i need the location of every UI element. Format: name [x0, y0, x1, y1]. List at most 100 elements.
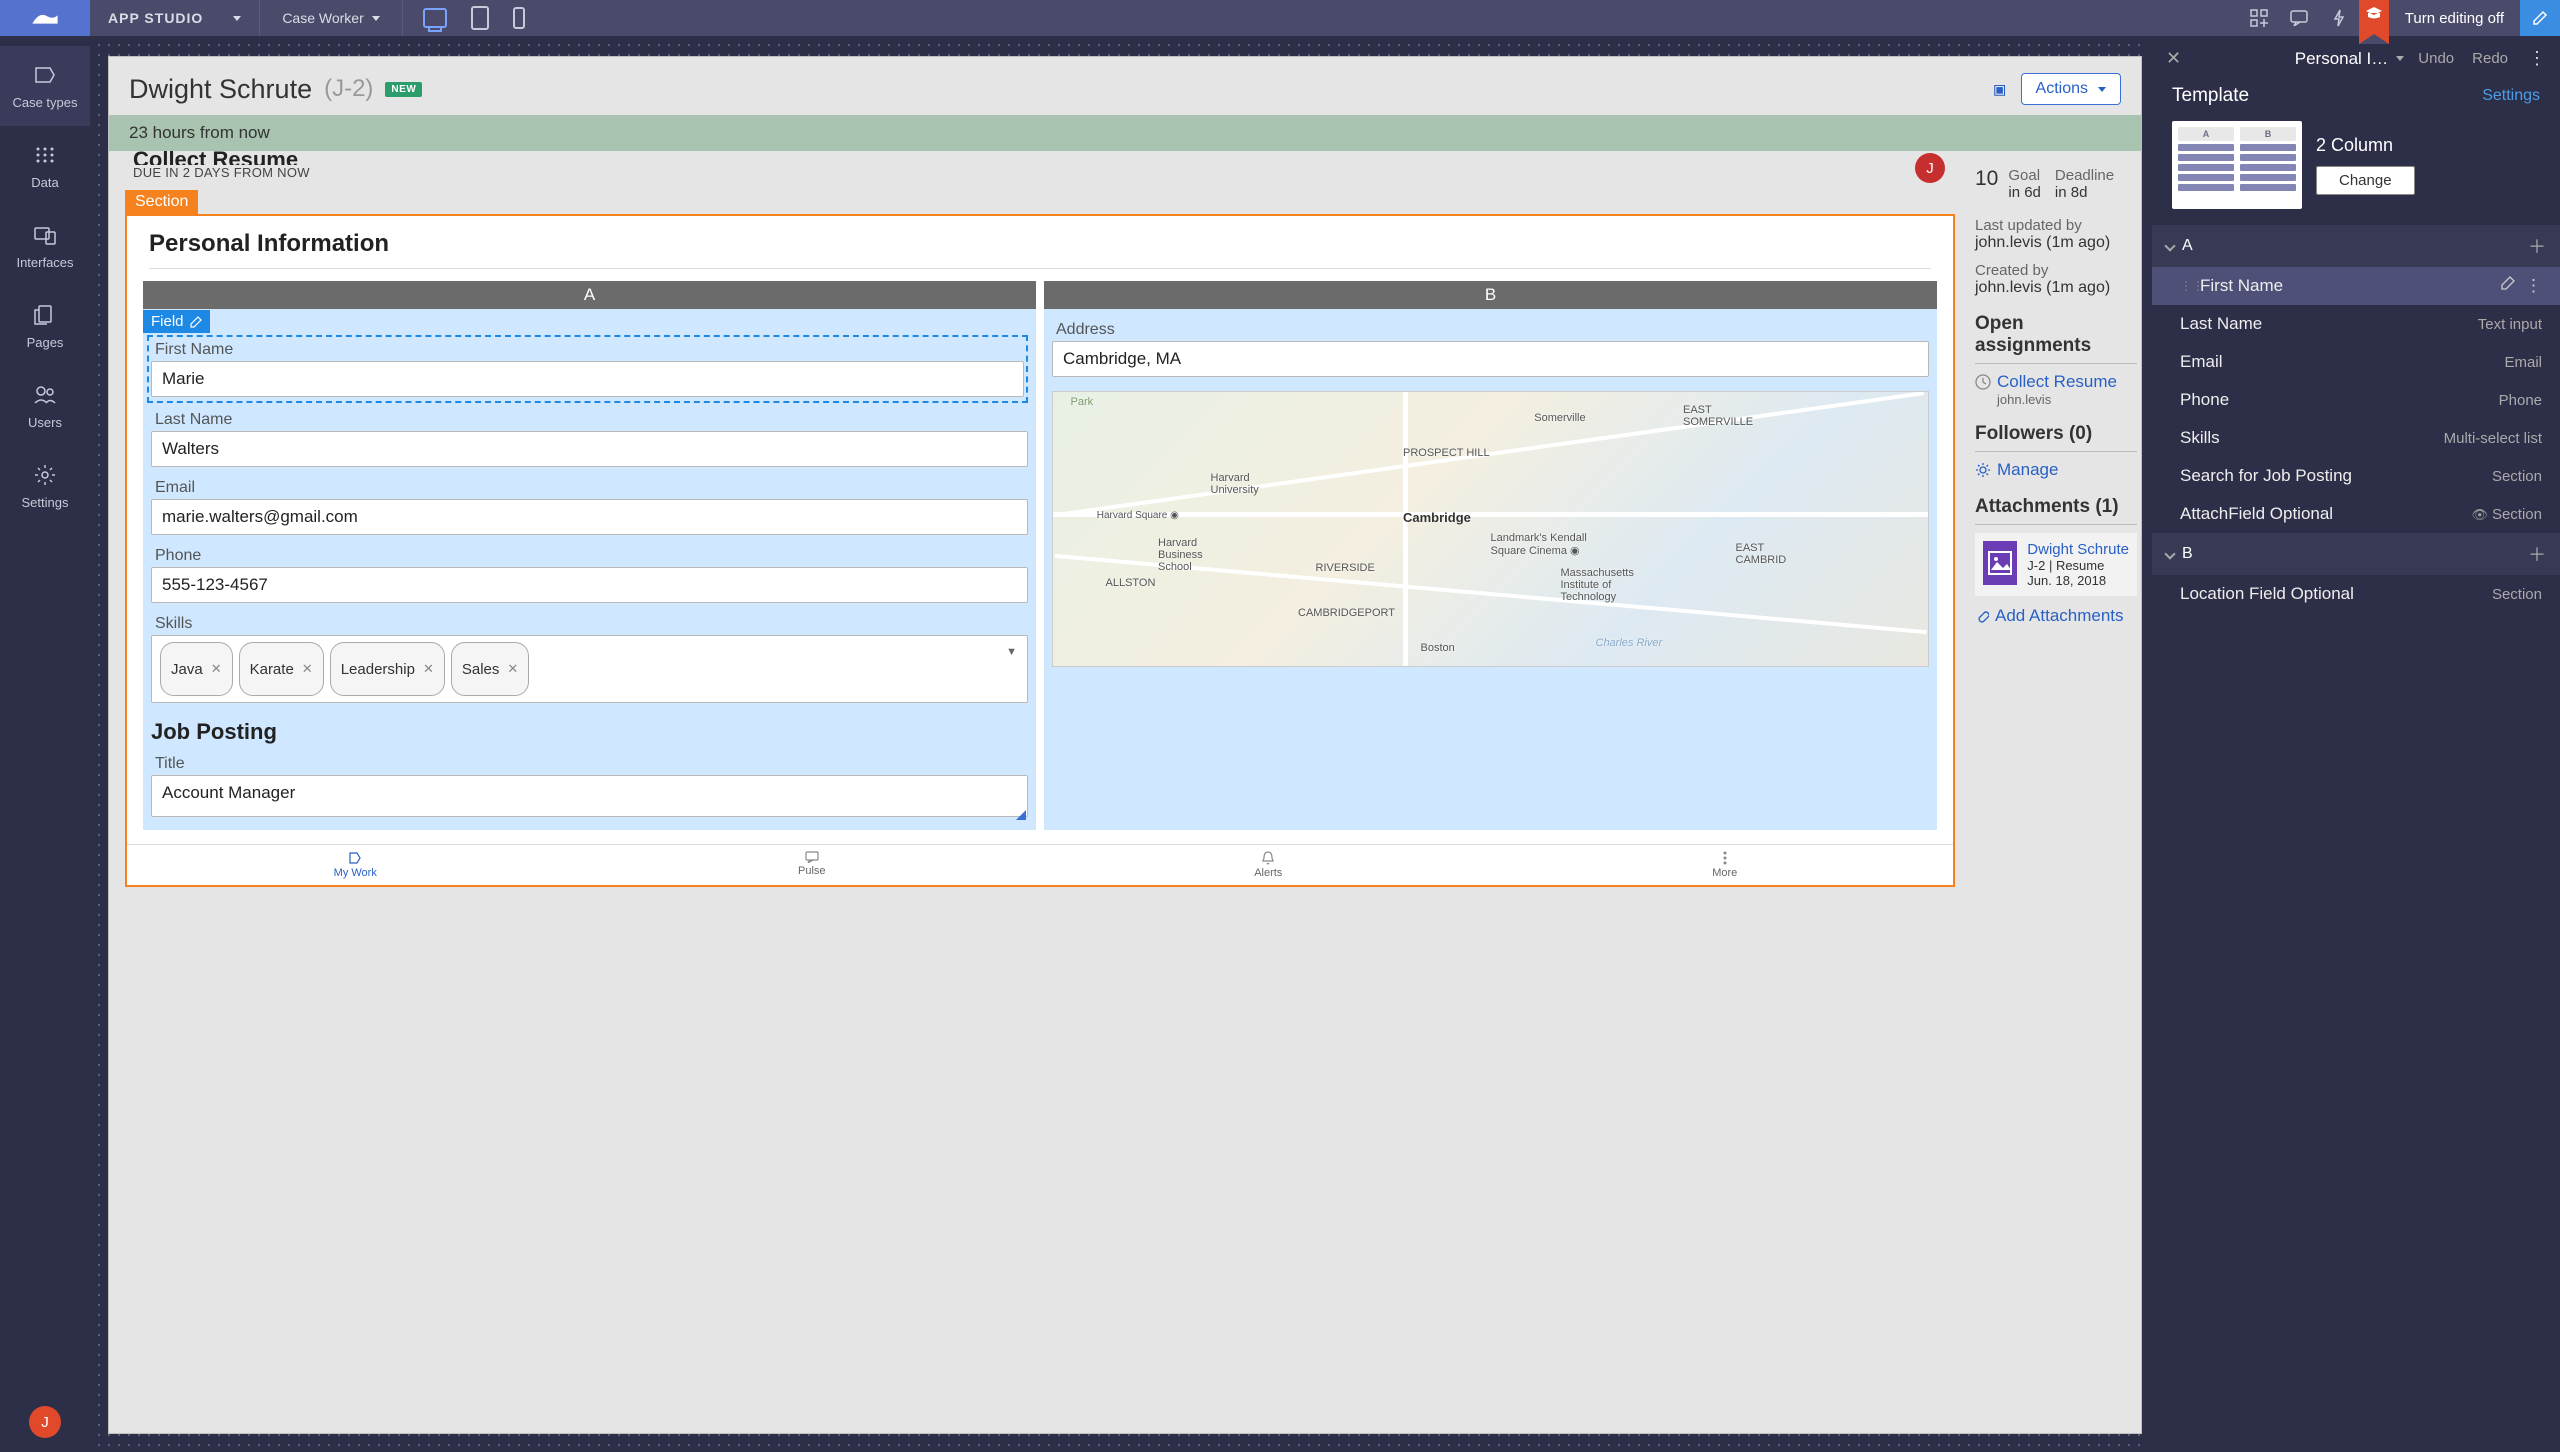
- edit-pencil-button[interactable]: [2520, 0, 2560, 36]
- edit-icon[interactable]: [2501, 276, 2515, 290]
- user-avatar[interactable]: J: [29, 1406, 61, 1438]
- change-template-button[interactable]: Change: [2316, 166, 2415, 195]
- goal-label: Goal: [2008, 167, 2041, 184]
- device-desktop-icon[interactable]: [423, 8, 447, 28]
- editing-toggle[interactable]: Turn editing off: [2389, 10, 2520, 27]
- field-row-job-posting[interactable]: Search for Job Posting Section: [2152, 457, 2560, 495]
- phone-label: Phone: [151, 543, 1028, 567]
- first-name-label: First Name: [151, 337, 1024, 361]
- goal-value: in 6d: [2008, 184, 2041, 201]
- attachment-card[interactable]: Dwight Schrute J-2 | Resume Jun. 18, 201…: [1975, 533, 2137, 596]
- field-row-email[interactable]: Email Email: [2152, 343, 2560, 381]
- field-row-phone[interactable]: Phone Phone: [2152, 381, 2560, 419]
- tab-pulse[interactable]: Pulse: [584, 845, 1041, 885]
- skill-chip[interactable]: Leadership✕: [330, 642, 445, 696]
- address-input[interactable]: [1052, 341, 1929, 377]
- field-row-first-name[interactable]: ⋮⋮ First Name ⋮: [2152, 267, 2560, 305]
- first-name-input[interactable]: [151, 361, 1024, 397]
- drag-handle-icon[interactable]: ⋮⋮: [2180, 279, 2194, 293]
- nav-case-types[interactable]: Case types: [0, 46, 90, 126]
- skill-chip[interactable]: Karate✕: [239, 642, 324, 696]
- nav-pages[interactable]: Pages: [0, 286, 90, 366]
- chevron-down-icon[interactable]: [2396, 56, 2404, 61]
- column-a[interactable]: A Field First Name Last: [143, 281, 1036, 830]
- device-tablet-icon[interactable]: [471, 6, 489, 30]
- section-tab[interactable]: Section: [125, 190, 198, 214]
- chevron-down-icon: [2164, 548, 2175, 559]
- tab-alerts[interactable]: Alerts: [1040, 845, 1497, 885]
- chevron-down-icon: [2098, 87, 2106, 92]
- panel-title[interactable]: Personal I…: [2295, 49, 2389, 69]
- app-title[interactable]: APP STUDIO: [90, 10, 259, 26]
- skill-chip[interactable]: Java✕: [160, 642, 233, 696]
- job-posting-heading: Job Posting: [143, 711, 1036, 751]
- skills-multiselect[interactable]: Java✕ Karate✕ Leadership✕ Sales✕ ▼: [151, 635, 1028, 703]
- column-b[interactable]: B Address Cambridg: [1044, 281, 1937, 830]
- academy-bookmark-icon[interactable]: [2359, 0, 2389, 44]
- actions-button[interactable]: Actions: [2021, 73, 2121, 105]
- more-icon[interactable]: ⋮: [2525, 276, 2542, 296]
- field-row-last-name[interactable]: Last Name Text input: [2152, 305, 2560, 343]
- chat-icon[interactable]: [2279, 0, 2319, 36]
- template-thumbnail: A B: [2172, 121, 2302, 209]
- email-input[interactable]: [151, 499, 1028, 535]
- remove-icon[interactable]: ✕: [507, 661, 518, 677]
- resize-handle-icon[interactable]: [1016, 810, 1026, 820]
- visibility-icon: 👁: [2471, 507, 2488, 522]
- location-map[interactable]: Cambridge Somerville HarvardUniversity H…: [1052, 391, 1929, 667]
- lightning-icon[interactable]: [2319, 0, 2359, 36]
- skill-chip[interactable]: Sales✕: [451, 642, 529, 696]
- case-id: (J-2): [324, 75, 373, 103]
- device-phone-icon[interactable]: [513, 7, 525, 29]
- nav-data[interactable]: Data: [0, 126, 90, 206]
- title-textarea[interactable]: [151, 775, 1028, 817]
- pin-icon[interactable]: ◈: [1985, 75, 2014, 104]
- assignee-avatar[interactable]: J: [1915, 153, 1945, 183]
- nav-interfaces[interactable]: Interfaces: [0, 206, 90, 286]
- last-name-input[interactable]: [151, 431, 1028, 467]
- title-label: Title: [151, 751, 1028, 775]
- app-logo[interactable]: [0, 0, 90, 36]
- add-attachment-link[interactable]: Add Attachments: [1975, 606, 2137, 626]
- phone-input[interactable]: [151, 567, 1028, 603]
- field-row-location[interactable]: Location Field Optional Section: [2152, 575, 2560, 613]
- field-row-skills[interactable]: Skills Multi-select list: [2152, 419, 2560, 457]
- chevron-down-icon[interactable]: ▼: [1006, 646, 1017, 658]
- image-icon: [1983, 541, 2017, 585]
- case-name: Dwight Schrute: [129, 74, 312, 105]
- section-title: Personal Information: [127, 216, 1953, 268]
- group-a-header[interactable]: A ＋: [2152, 225, 2560, 267]
- field-tab[interactable]: Field: [143, 310, 210, 333]
- open-assignments-heading: Open assignments: [1975, 313, 2137, 359]
- undo-button[interactable]: Undo: [2414, 50, 2458, 67]
- task-title: Collect Resume: [133, 151, 1955, 165]
- tab-my-work[interactable]: My Work: [127, 845, 584, 885]
- nav-users[interactable]: Users: [0, 366, 90, 446]
- remove-icon[interactable]: ✕: [302, 661, 313, 677]
- grid-add-icon[interactable]: [2239, 0, 2279, 36]
- app-menu-caret-icon: [233, 16, 241, 21]
- close-icon[interactable]: ✕: [2166, 48, 2190, 69]
- role-dropdown[interactable]: Case Worker: [260, 10, 401, 26]
- tab-more[interactable]: More: [1497, 845, 1954, 885]
- settings-link[interactable]: Settings: [2482, 87, 2540, 105]
- attachment-meta: J-2 | Resume: [2027, 558, 2129, 573]
- status-badge: NEW: [385, 82, 422, 97]
- manage-followers-link[interactable]: Manage: [1975, 460, 2137, 480]
- redo-button[interactable]: Redo: [2468, 50, 2512, 67]
- group-b-header[interactable]: B ＋: [2152, 533, 2560, 575]
- assignment-link[interactable]: Collect Resume: [1975, 372, 2137, 392]
- created-value: john.levis (1m ago): [1975, 279, 2137, 297]
- add-field-icon[interactable]: ＋: [2528, 541, 2546, 567]
- deadline-value: in 8d: [2055, 184, 2114, 201]
- column-b-header: B: [1044, 281, 1937, 309]
- remove-icon[interactable]: ✕: [211, 661, 222, 677]
- more-menu-icon[interactable]: ⋮: [2522, 48, 2546, 69]
- nav-settings[interactable]: Settings: [0, 446, 90, 526]
- field-row-attach-optional[interactable]: AttachField Optional 👁Section: [2152, 495, 2560, 533]
- remove-icon[interactable]: ✕: [423, 661, 434, 677]
- attachment-name[interactable]: Dwight Schrute: [2027, 541, 2129, 558]
- add-field-icon[interactable]: ＋: [2528, 233, 2546, 259]
- selected-field[interactable]: First Name: [147, 335, 1028, 403]
- attachments-heading: Attachments (1): [1975, 496, 2137, 520]
